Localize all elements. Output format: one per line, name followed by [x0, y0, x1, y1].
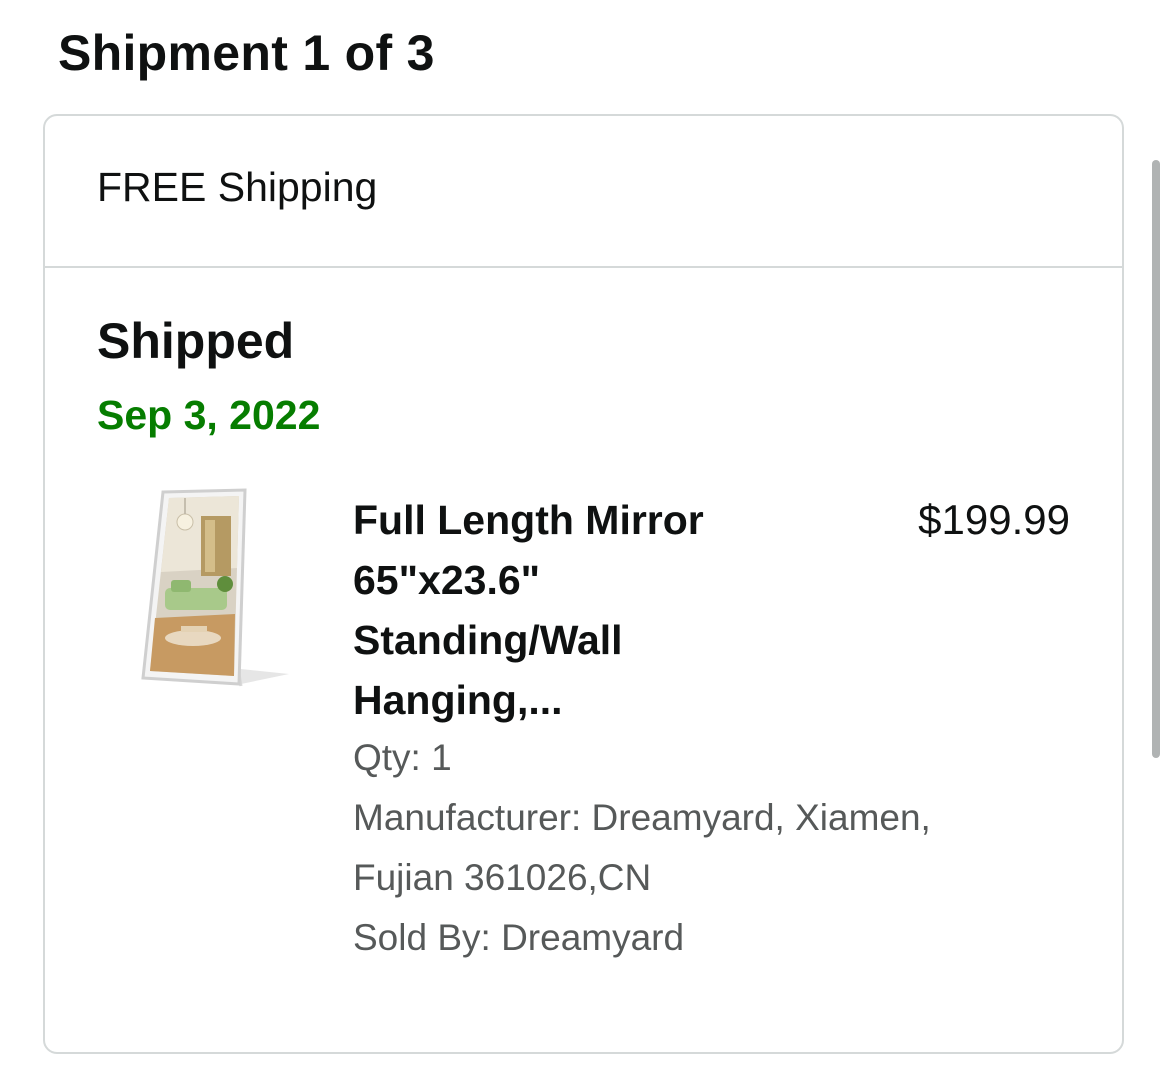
product-quantity: Qty: 1: [353, 737, 452, 778]
mirror-icon: [141, 488, 289, 687]
product-title-link[interactable]: Full Length Mirror 65"x23.6" Standing/Wa…: [353, 490, 813, 730]
shipment-date: Sep 3, 2022: [97, 392, 321, 438]
product-details: Qty: 1 Manufacturer: Dreamyard, Xiamen, …: [353, 728, 1033, 968]
product-image[interactable]: [141, 488, 301, 688]
product-seller: Sold By: Dreamyard: [353, 917, 685, 958]
shipping-label: FREE Shipping: [97, 164, 378, 210]
product-price: $199.99: [918, 496, 1070, 543]
shipment-status: Shipped: [97, 313, 295, 369]
shipping-row: FREE Shipping: [45, 116, 1122, 268]
product-manufacturer: Manufacturer: Dreamyard, Xiamen, Fujian …: [353, 797, 931, 898]
scrollbar[interactable]: [1152, 160, 1160, 758]
shipment-title: Shipment 1 of 3: [58, 25, 435, 81]
shipment-card: FREE Shipping Shipped Sep 3, 2022 Full L…: [43, 114, 1124, 1054]
